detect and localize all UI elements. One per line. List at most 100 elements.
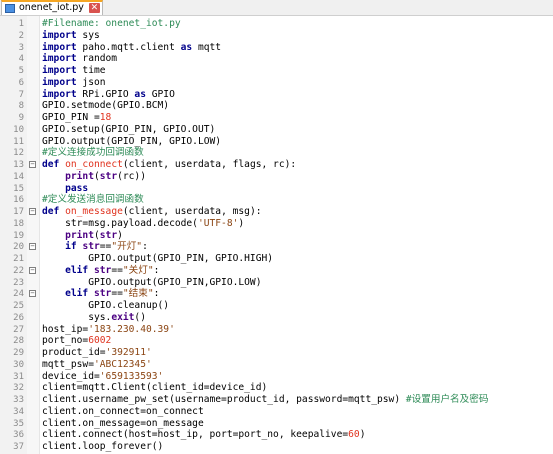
code-line[interactable]: 1 #Filename: onenet_iot.py: [0, 18, 553, 30]
line-number: 15: [13, 183, 24, 194]
code-text: #定义连接成功回调函数: [42, 147, 144, 159]
code-editor[interactable]: 1 #Filename: onenet_iot.py 2 import sys 3 imp…: [0, 16, 553, 454]
code-line[interactable]: 8 GPIO.setmode(GPIO.BCM): [0, 100, 553, 112]
code-token: '659133593': [99, 370, 164, 382]
code-text: if str=="开灯":: [42, 241, 148, 253]
code-line[interactable]: 11 GPIO.output(GPIO_PIN, GPIO.LOW): [0, 136, 553, 148]
line-number: 10: [13, 124, 24, 135]
code-line[interactable]: 6 import json: [0, 77, 553, 89]
code-token: host_ip=: [42, 323, 89, 335]
code-text: pass: [42, 183, 88, 195]
code-line[interactable]: 20− if str=="开灯":: [0, 241, 553, 253]
code-line[interactable]: 35 client.on_message=on_message: [0, 418, 553, 430]
line-number: 11: [13, 136, 24, 147]
line-number: 35: [13, 418, 24, 429]
line-number: 5: [18, 66, 24, 76]
line-number: 14: [13, 171, 24, 182]
code-line[interactable]: 30 mqtt_psw='ABC12345': [0, 359, 553, 371]
code-line[interactable]: 28 port_no=6002: [0, 335, 553, 347]
code-token: import: [42, 53, 77, 65]
code-line[interactable]: 21 GPIO.output(GPIO_PIN, GPIO.HIGH): [0, 253, 553, 265]
code-line[interactable]: 12 #定义连接成功回调函数: [0, 147, 553, 159]
fold-toggle-icon[interactable]: −: [29, 243, 36, 251]
code-line[interactable]: 31 device_id='659133593': [0, 371, 553, 383]
code-line[interactable]: 14 print(str(rc)): [0, 171, 553, 183]
code-text: elif str=="结束":: [42, 288, 159, 300]
code-text: def on_connect(client, userdata, flags, …: [42, 159, 296, 171]
code-text: GPIO.output(GPIO_PIN, GPIO.HIGH): [42, 253, 273, 265]
fold-toggle-icon[interactable]: −: [29, 161, 36, 168]
code-token: product_id=: [42, 347, 106, 358]
code-token: client.username_pw_set(username=product_…: [42, 394, 406, 405]
code-text: import time: [42, 65, 106, 77]
code-line[interactable]: 23 GPIO.output(GPIO_PIN,GPIO.LOW): [0, 277, 553, 289]
code-token: if: [65, 241, 77, 253]
line-number: 20: [13, 242, 24, 253]
file-tab[interactable]: onenet_iot.py ✕: [1, 0, 103, 15]
fold-toggle-icon[interactable]: −: [29, 208, 36, 215]
code-text: client.username_pw_set(username=product_…: [42, 394, 488, 406]
line-number: 25: [13, 301, 24, 311]
code-line[interactable]: 10 GPIO.setup(GPIO_PIN, GPIO.OUT): [0, 124, 553, 136]
code-text: elif str=="关灯":: [42, 265, 159, 277]
line-number: 36: [13, 430, 24, 441]
code-text: print(str): [42, 230, 123, 242]
code-token: '392911': [105, 347, 152, 358]
code-token: ): [117, 229, 123, 241]
code-line[interactable]: 37 client.loop_forever(): [0, 441, 553, 453]
code-line[interactable]: 24− elif str=="结束":: [0, 288, 553, 300]
code-token: print: [65, 229, 94, 241]
code-token: random: [76, 53, 118, 65]
code-token: time: [76, 65, 106, 76]
code-line[interactable]: 13− def on_connect(client, userdata, flag…: [0, 159, 553, 171]
code-line[interactable]: 18 str=msg.payload.decode('UTF-8'): [0, 218, 553, 230]
code-token: RPi.GPIO: [76, 88, 135, 100]
close-tab-icon[interactable]: ✕: [88, 3, 100, 13]
fold-toggle-icon[interactable]: −: [29, 290, 36, 298]
code-line[interactable]: 25 GPIO.cleanup(): [0, 300, 553, 312]
code-line[interactable]: 9 GPIO_PIN =18: [0, 112, 553, 124]
code-token: client.on_connect=on_connect: [42, 405, 204, 417]
code-line[interactable]: 7 import RPi.GPIO as GPIO: [0, 89, 553, 101]
code-token: (rc)): [117, 170, 146, 182]
line-number: 17: [13, 207, 24, 217]
code-token: '183.230.40.39': [88, 323, 175, 335]
code-line[interactable]: 3 import paho.mqtt.client as mqtt: [0, 42, 553, 54]
code-line[interactable]: 2 import sys: [0, 30, 553, 42]
code-token: str: [94, 288, 112, 300]
code-token: sys: [76, 29, 100, 41]
code-line[interactable]: 32 client=mqtt.Client(client_id=device_id…: [0, 382, 553, 394]
line-number: 8: [18, 101, 24, 112]
code-line[interactable]: 5 import time: [0, 65, 553, 77]
code-line[interactable]: 33 client.username_pw_set(username=produc…: [0, 394, 553, 406]
code-line[interactable]: 16 #定义发送消息回调函数: [0, 194, 553, 206]
code-line[interactable]: 17− def on_message(client, userdata, msg)…: [0, 206, 553, 218]
code-line[interactable]: 22− elif str=="关灯":: [0, 265, 553, 277]
code-token: def: [42, 159, 60, 170]
code-token: ): [238, 217, 245, 229]
code-line[interactable]: 26 sys.exit(): [0, 312, 553, 324]
code-line[interactable]: 34 client.on_connect=on_connect: [0, 406, 553, 418]
code-token: port_no=: [42, 335, 89, 347]
code-line[interactable]: 27 host_ip='183.230.40.39': [0, 324, 553, 336]
fold-toggle-icon[interactable]: −: [29, 266, 36, 274]
line-number: 3: [18, 42, 24, 53]
code-text: sys.exit(): [42, 312, 146, 324]
code-text: str=msg.payload.decode('UTF-8'): [42, 218, 244, 230]
code-line[interactable]: 4 import random: [0, 53, 553, 65]
code-token: GPIO.setmode(GPIO.BCM): [42, 100, 170, 112]
code-text: device_id='659133593': [42, 371, 163, 383]
line-number: 29: [13, 348, 24, 358]
code-token: import: [42, 76, 77, 88]
code-line[interactable]: 29 product_id='392911': [0, 347, 553, 359]
code-line[interactable]: 19 print(str): [0, 230, 553, 242]
code-line[interactable]: 36 client.connect(host=host_ip, port=port…: [0, 429, 553, 441]
line-number: 24: [13, 289, 24, 300]
code-token: (): [134, 311, 146, 323]
code-token: (client, userdata, msg):: [122, 206, 262, 217]
code-token: as: [180, 41, 193, 53]
code-line[interactable]: 15 pass: [0, 183, 553, 195]
